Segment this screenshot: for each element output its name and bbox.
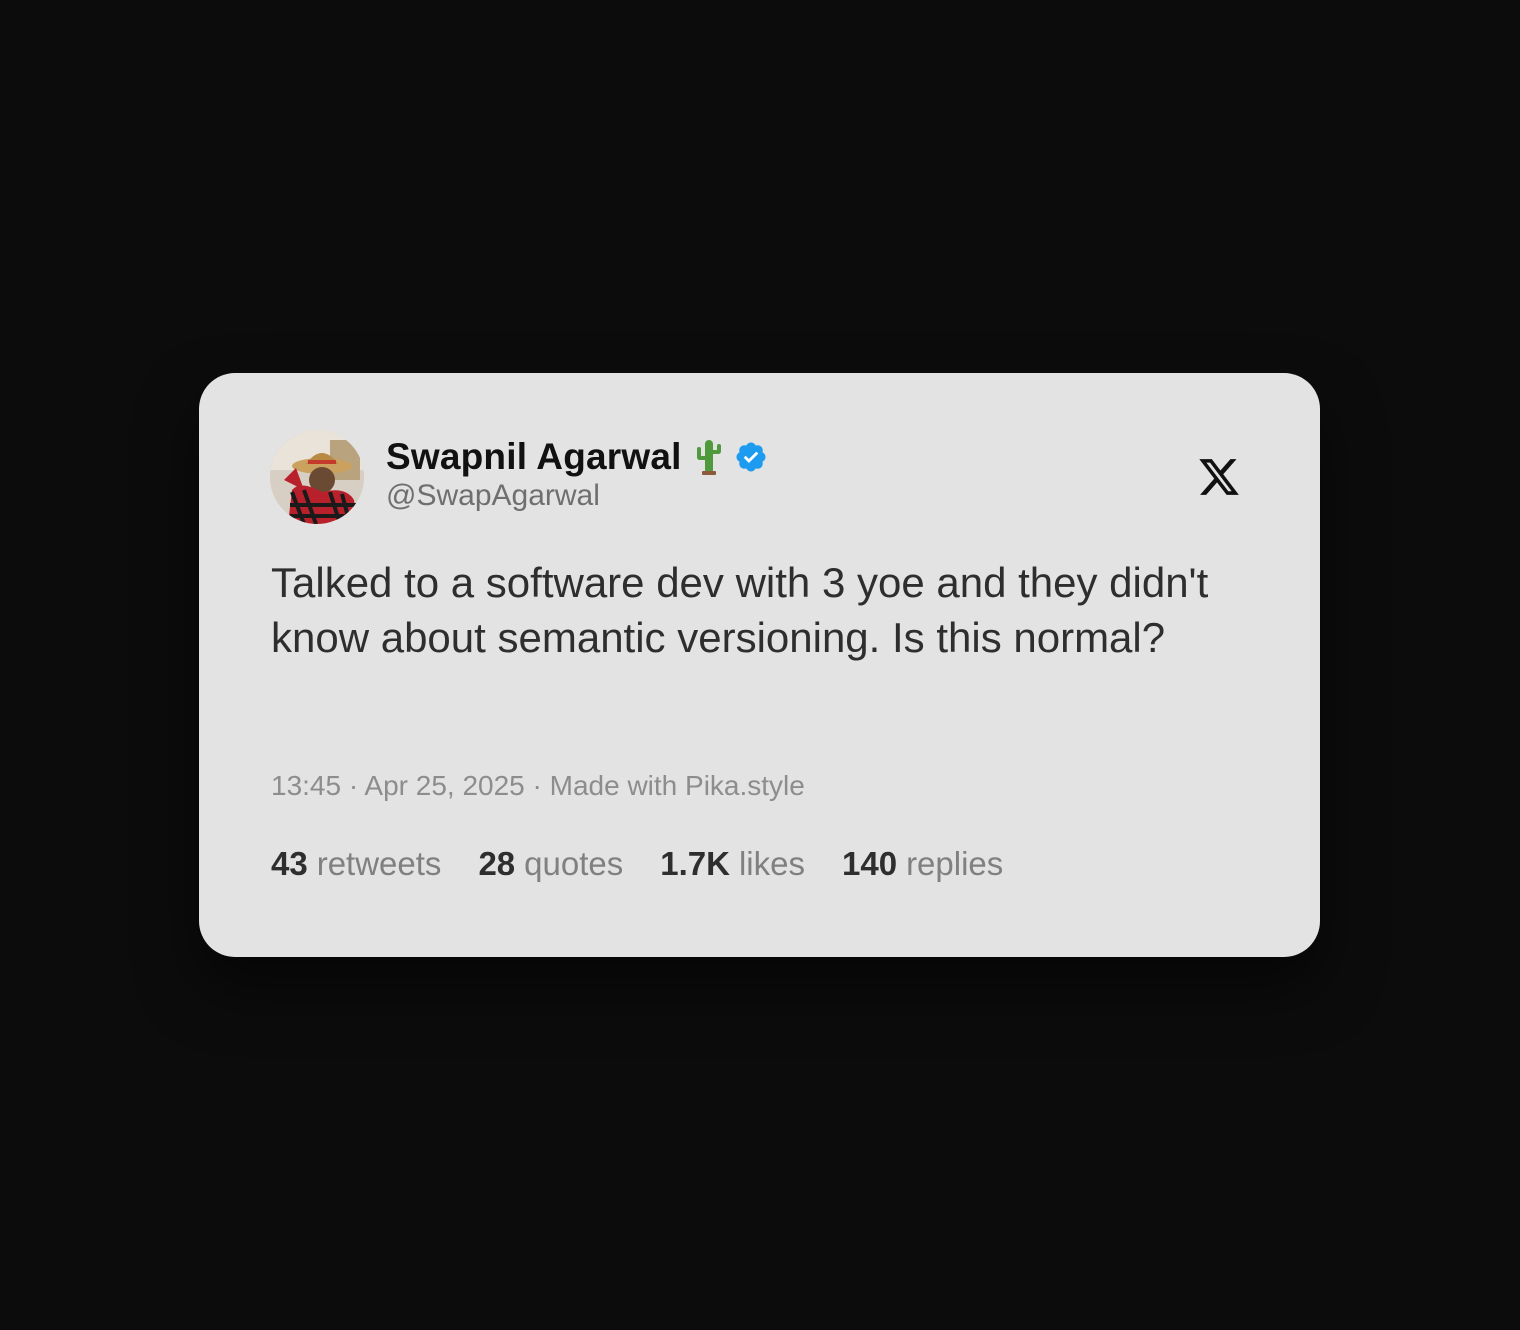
stat-retweets[interactable]: 43 retweets (271, 845, 441, 883)
avatar[interactable] (270, 430, 364, 524)
stat-value: 28 (478, 845, 516, 882)
verified-badge-icon (734, 440, 768, 474)
stat-label: replies (906, 845, 1004, 882)
stat-value: 140 (842, 845, 898, 882)
tweet-stats: 43 retweets 28 quotes 1.7K likes 140 rep… (271, 845, 1040, 883)
stat-likes[interactable]: 1.7K likes (660, 845, 805, 883)
author-name-row: Swapnil Agarwal (386, 435, 768, 479)
x-logo-icon[interactable] (1197, 455, 1241, 499)
stat-replies[interactable]: 140 replies (842, 845, 1003, 883)
cactus-icon (694, 438, 724, 476)
stat-label: quotes (524, 845, 624, 882)
stat-value: 43 (271, 845, 308, 882)
author-handle[interactable]: @SwapAgarwal (386, 479, 600, 513)
tweet-meta: 13:45 · Apr 25, 2025 · Made with Pika.st… (271, 770, 805, 801)
stat-quotes[interactable]: 28 quotes (478, 845, 623, 883)
stat-value: 1.7K (660, 845, 730, 882)
stat-label: retweets (316, 845, 442, 882)
tweet-card: Swapnil Agarwal @SwapAgarwal Talked to a… (199, 373, 1320, 957)
stat-label: likes (738, 845, 805, 882)
author-name[interactable]: Swapnil Agarwal (386, 436, 682, 478)
tweet-text: Talked to a software dev with 3 yoe and … (271, 559, 1209, 661)
